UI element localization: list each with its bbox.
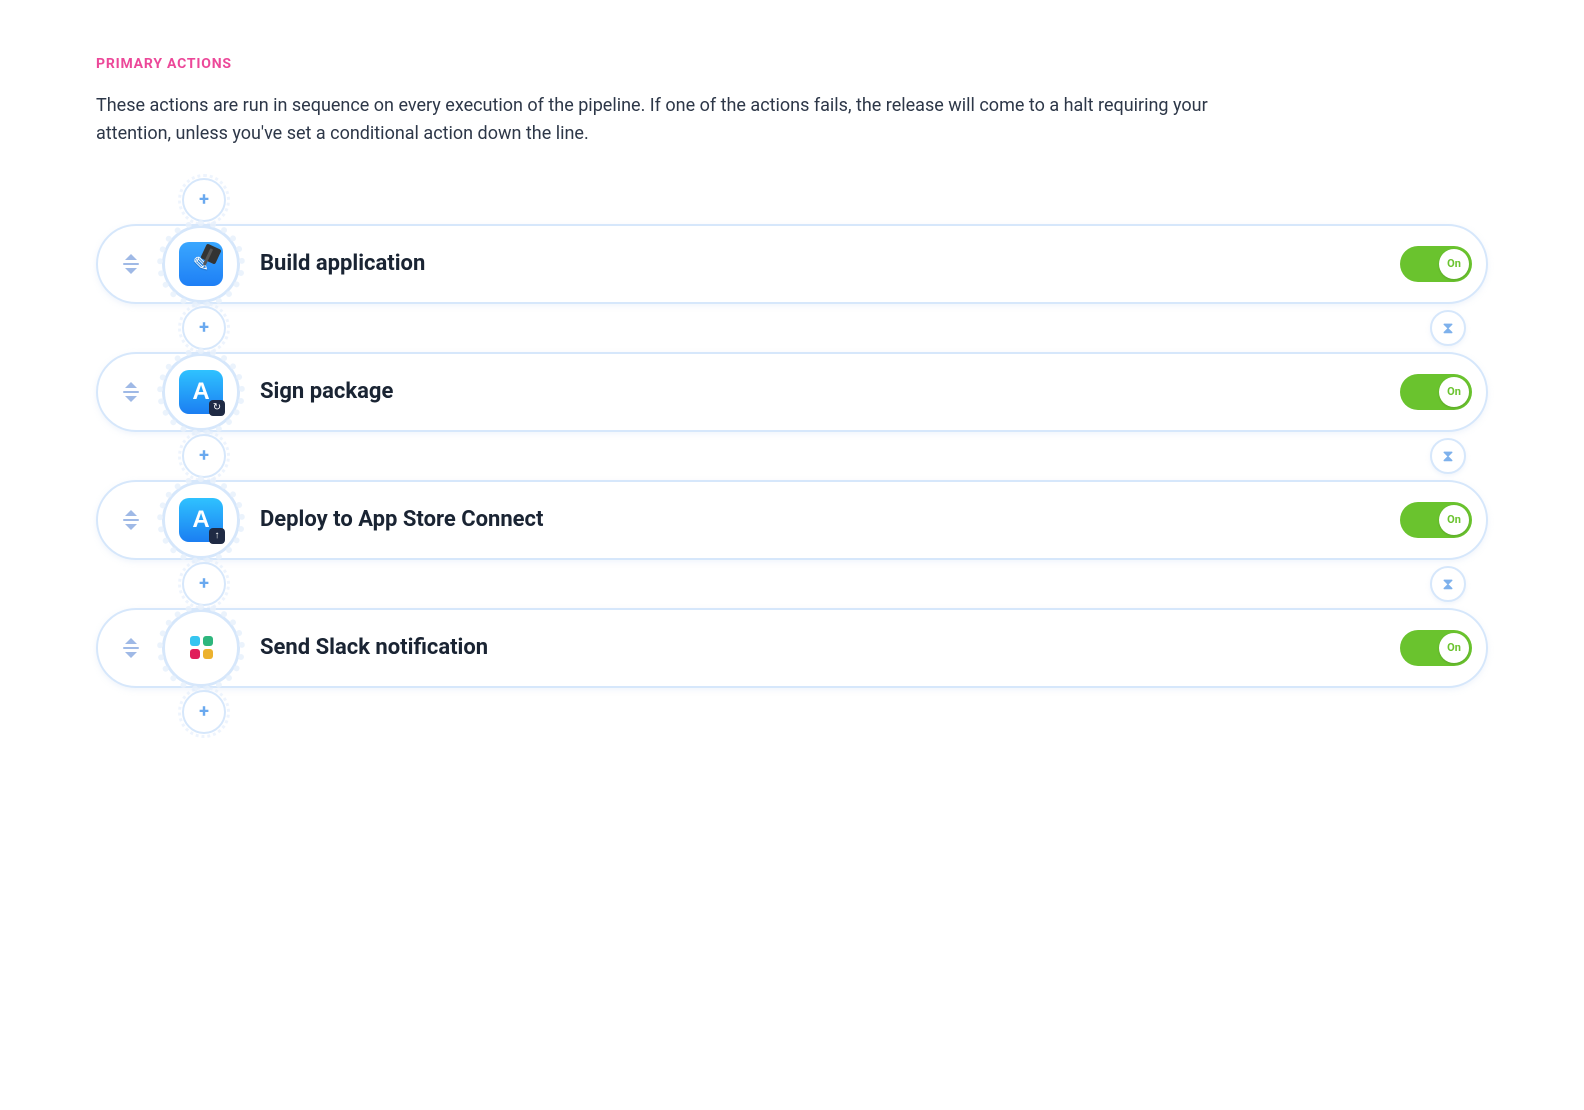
action-title: Send Slack notification (260, 635, 1400, 660)
toggle-knob: On (1439, 377, 1469, 407)
hourglass-icon: ⧗ (1442, 446, 1453, 466)
drag-handle[interactable] (108, 254, 148, 274)
step-icon-gear: A ↻ (162, 353, 240, 431)
drag-handle[interactable] (108, 638, 148, 658)
add-slot: + (182, 688, 1488, 736)
action-card[interactable]: A ↑ Deploy to App Store Connect On (96, 480, 1488, 560)
wait-indicator-button[interactable]: ⧗ (1430, 566, 1466, 602)
sort-down-icon (125, 652, 137, 658)
hourglass-icon: ⧗ (1442, 318, 1453, 338)
xcode-hammer-icon: ✎ (179, 242, 223, 286)
wait-indicator-button[interactable]: ⧗ (1430, 438, 1466, 474)
plus-icon: + (199, 191, 209, 209)
sort-up-icon (125, 382, 137, 388)
add-action-button[interactable]: + (182, 562, 226, 606)
sign-badge-icon: ↻ (209, 400, 225, 416)
plus-icon: + (199, 447, 209, 465)
connector-row: + ⧗ (96, 432, 1488, 480)
sort-up-icon (125, 254, 137, 260)
connector-row: + ⧗ (96, 304, 1488, 352)
section-description: These actions are run in sequence on eve… (96, 92, 1236, 148)
sort-up-icon (125, 510, 137, 516)
action-card[interactable]: Send Slack notification On (96, 608, 1488, 688)
action-title: Sign package (260, 379, 1400, 404)
wait-indicator-button[interactable]: ⧗ (1430, 310, 1466, 346)
sort-down-icon (125, 268, 137, 274)
toggle-knob: On (1439, 505, 1469, 535)
handle-bar-icon (123, 391, 139, 393)
add-action-button[interactable]: + (182, 434, 226, 478)
toggle-switch[interactable]: On (1400, 246, 1472, 282)
pipeline: + ✎ Build application On + ⧗ (96, 176, 1488, 736)
appstore-upload-icon: A ↑ (179, 498, 223, 542)
handle-bar-icon (123, 647, 139, 649)
action-title: Build application (260, 251, 1400, 276)
sort-down-icon (125, 396, 137, 402)
action-title: Deploy to App Store Connect (260, 507, 1400, 532)
step-icon-gear: ✎ (162, 225, 240, 303)
hourglass-icon: ⧗ (1442, 574, 1453, 594)
handle-bar-icon (123, 519, 139, 521)
plus-icon: + (199, 575, 209, 593)
add-slot: + (182, 176, 1488, 224)
plus-icon: + (199, 319, 209, 337)
toggle-switch[interactable]: On (1400, 502, 1472, 538)
drag-handle[interactable] (108, 510, 148, 530)
step-icon-gear: A ↑ (162, 481, 240, 559)
toggle-knob: On (1439, 249, 1469, 279)
action-card[interactable]: A ↻ Sign package On (96, 352, 1488, 432)
add-action-button[interactable]: + (182, 178, 226, 222)
plus-icon: + (199, 703, 209, 721)
toggle-switch[interactable]: On (1400, 374, 1472, 410)
slack-icon (179, 626, 223, 670)
upload-badge-icon: ↑ (209, 528, 225, 544)
section-heading: PRIMARY ACTIONS (96, 56, 1488, 72)
connector-row: + ⧗ (96, 560, 1488, 608)
step-icon-gear (162, 609, 240, 687)
toggle-switch[interactable]: On (1400, 630, 1472, 666)
sort-up-icon (125, 638, 137, 644)
handle-bar-icon (123, 263, 139, 265)
sort-down-icon (125, 524, 137, 530)
add-action-button[interactable]: + (182, 306, 226, 350)
action-card[interactable]: ✎ Build application On (96, 224, 1488, 304)
drag-handle[interactable] (108, 382, 148, 402)
appstore-sign-icon: A ↻ (179, 370, 223, 414)
toggle-knob: On (1439, 633, 1469, 663)
add-action-button[interactable]: + (182, 690, 226, 734)
